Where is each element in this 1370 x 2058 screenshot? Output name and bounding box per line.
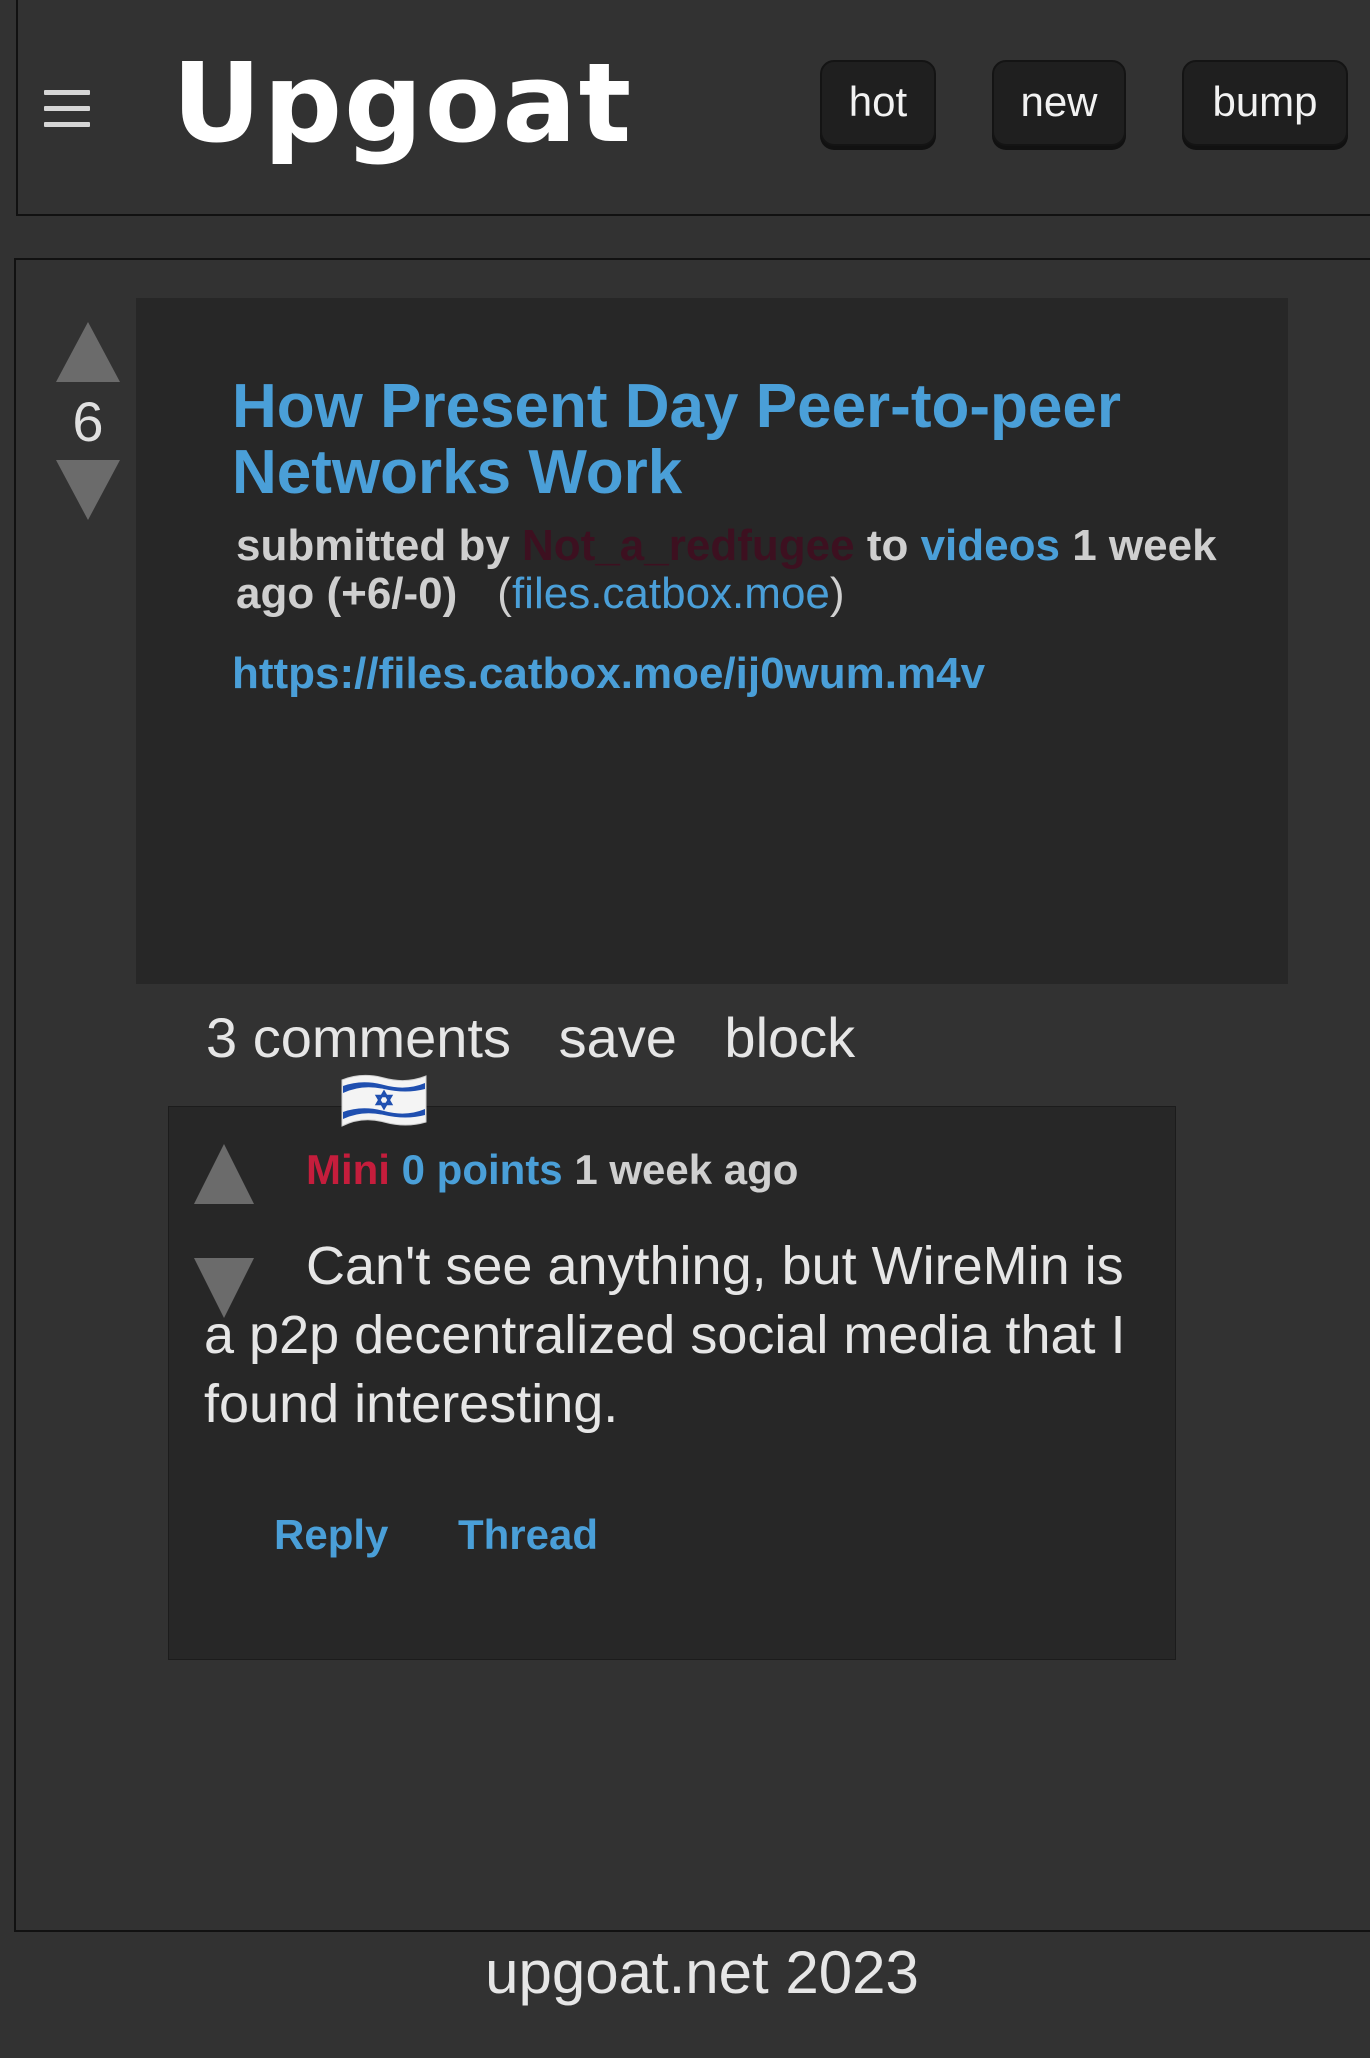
post-score: 6 (72, 390, 104, 453)
israel-flag-icon (338, 1070, 430, 1132)
comment-age: 1 week ago (574, 1146, 799, 1193)
sort-bump-button[interactable]: bump (1182, 60, 1348, 146)
submitted-by-label: submitted by (236, 521, 510, 570)
post-upvote-icon[interactable] (56, 322, 120, 382)
post-domain-link[interactable]: files.catbox.moe (512, 569, 830, 618)
post-actions: 3 comments save block (206, 1006, 887, 1070)
subverse-link[interactable]: videos (921, 521, 1060, 570)
post-downvote-icon[interactable] (56, 460, 120, 520)
hamburger-menu-icon[interactable] (44, 84, 92, 132)
site-logo[interactable]: Upgoat (172, 38, 633, 168)
post-url-link[interactable]: https://files.catbox.moe/ij0wum.m4v (232, 648, 985, 700)
post-title-link[interactable]: How Present Day Peer-to-peer Networks Wo… (232, 374, 1232, 506)
comment-meta: Mini 0 points 1 week ago (306, 1146, 798, 1194)
reply-link[interactable]: Reply (274, 1510, 388, 1560)
comment-points: 0 points (401, 1146, 563, 1193)
sort-new-button[interactable]: new (992, 60, 1126, 146)
post-author-link[interactable]: Not_a_redfugee (522, 521, 855, 570)
comment-author-link[interactable]: Mini (306, 1146, 390, 1193)
comment-upvote-icon[interactable] (194, 1144, 254, 1204)
sort-hot-button[interactable]: hot (820, 60, 936, 146)
post-meta: submitted by Not_a_redfugee to videos 1 … (236, 521, 1217, 618)
comment-body: Can't see anything, but WireMin is a p2p… (204, 1236, 1126, 1434)
to-label: to (866, 521, 909, 570)
thread-link[interactable]: Thread (458, 1510, 598, 1560)
post-vote-tally: (+6/-0) (326, 569, 458, 618)
block-link[interactable]: block (724, 1006, 855, 1069)
comments-link[interactable]: 3 comments (206, 1006, 511, 1069)
site-footer: upgoat.net 2023 (485, 1939, 919, 2006)
save-link[interactable]: save (559, 1006, 677, 1069)
